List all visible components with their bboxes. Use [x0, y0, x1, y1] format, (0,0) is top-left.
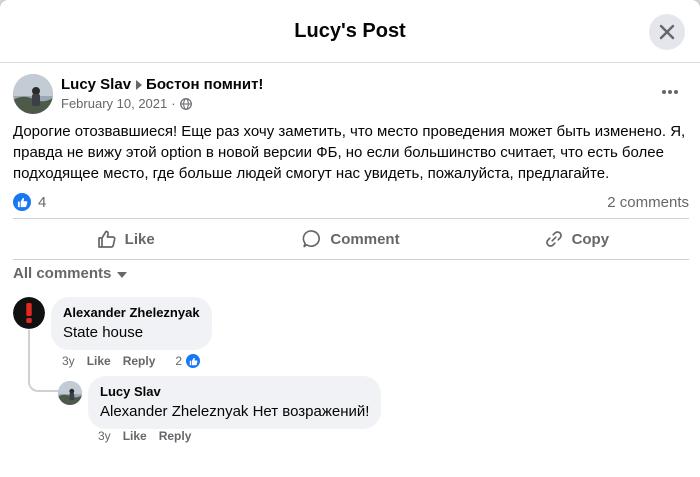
post-body-text: Дорогие отозвавшиеся! Еще раз хочу замет… [13, 123, 686, 182]
comment-text: State house [63, 324, 144, 341]
more-options-icon [662, 90, 678, 94]
comment-label: Comment [330, 230, 400, 248]
reactions-summary[interactable]: 4 [13, 193, 46, 211]
comment-actions: 3y Like Reply 2 [62, 352, 203, 370]
author-avatar[interactable] [13, 74, 53, 114]
more-options-button[interactable] [658, 82, 682, 102]
comment-reply-button[interactable]: Reply [123, 354, 156, 368]
globe-icon [179, 97, 192, 110]
thumbs-up-icon [97, 230, 116, 248]
comment-reactions[interactable]: 2 [175, 352, 203, 370]
comment-button[interactable]: Comment [238, 219, 463, 259]
comment-item: Alexander Zheleznyak State house [13, 297, 212, 350]
reply-author-avatar[interactable] [58, 381, 82, 405]
comment-bubble-icon [302, 230, 321, 248]
post-dialog: Lucy's Post Lucy Slav Бостон помнит! Feb… [0, 0, 700, 477]
dialog-title: Lucy's Post [294, 19, 406, 42]
like-reaction-icon [184, 352, 203, 370]
arrow-right-icon [136, 79, 143, 90]
reply-actions: 3y Like Reply [98, 429, 203, 443]
caret-down-icon [117, 271, 128, 278]
comments-filter-label: All comments [13, 265, 112, 282]
post-stats: 4 2 comments [13, 192, 689, 212]
like-label: Like [124, 230, 155, 248]
comments-count-link[interactable]: 2 comments [607, 194, 689, 211]
like-reaction-icon [13, 193, 31, 211]
comment-time[interactable]: 3y [62, 354, 75, 368]
post-date-link[interactable]: February 10, 2021 [61, 96, 167, 111]
post-author-link[interactable]: Lucy Slav [61, 76, 131, 93]
comment-reaction-count: 2 [175, 354, 183, 368]
reply-item: Lucy Slav Alexander Zheleznyak Нет возра… [58, 376, 382, 429]
link-icon [545, 231, 562, 247]
like-count: 4 [38, 193, 47, 211]
reply-author-link[interactable]: Lucy Slav [100, 384, 369, 399]
reply-text: Alexander Zheleznyak Нет возражений! [100, 403, 370, 420]
post-group-link[interactable]: Бостон помнит! [146, 76, 263, 93]
comment-like-button[interactable]: Like [87, 354, 111, 368]
comments-filter-dropdown[interactable]: All comments [13, 265, 128, 282]
reply-time[interactable]: 3y [98, 429, 111, 443]
close-icon [659, 24, 675, 40]
close-button[interactable] [649, 14, 685, 50]
dialog-header: Lucy's Post [0, 0, 700, 63]
comment-author-link[interactable]: Alexander Zheleznyak [63, 305, 200, 320]
reply-like-button[interactable]: Like [123, 429, 147, 443]
commenter-avatar[interactable] [13, 297, 45, 329]
reply-bubble: Lucy Slav Alexander Zheleznyak Нет возра… [88, 376, 382, 429]
post-header: Lucy Slav Бостон помнит! February 10, 20… [13, 74, 263, 114]
like-button[interactable]: Like [13, 219, 238, 259]
copy-button[interactable]: Copy [464, 219, 689, 259]
post-actions-bar: Like Comment Copy [13, 218, 689, 260]
copy-label: Copy [571, 230, 610, 248]
comment-bubble: Alexander Zheleznyak State house [51, 297, 212, 350]
meta-separator: · [171, 96, 176, 111]
reply-reply-button[interactable]: Reply [159, 429, 192, 443]
